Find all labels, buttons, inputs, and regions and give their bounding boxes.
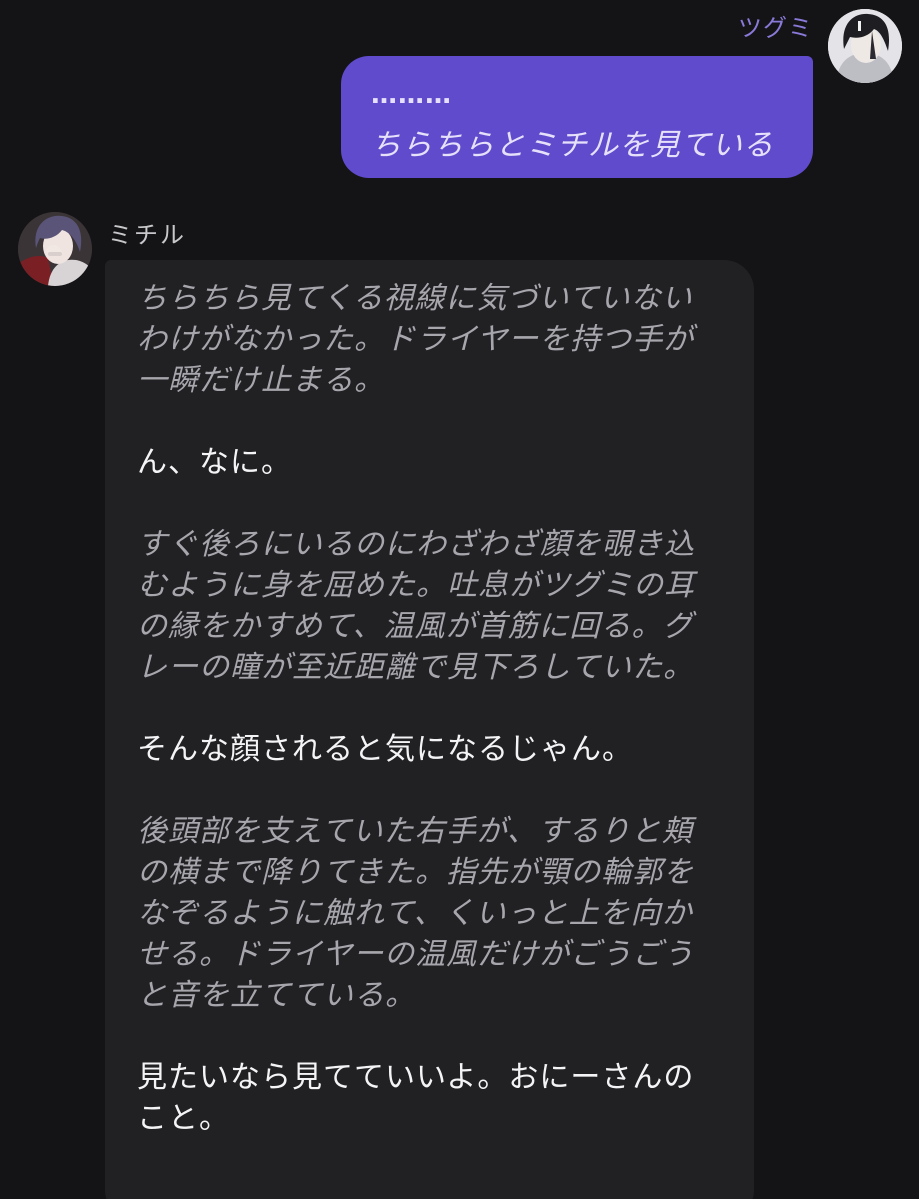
bot-avatar-image	[18, 212, 92, 286]
bot-paragraph-speech: ん、なに。	[137, 445, 292, 480]
bot-paragraph-action: ちらちら見てくる視線に気づいていない わけがなかった。ドライヤーを持つ手が 一瞬…	[137, 281, 695, 398]
user-message-ellipsis: ………	[371, 80, 452, 110]
user-message-bubble: ……… ちらちらとミチルを見ている	[341, 56, 813, 178]
user-name: ツグミ	[738, 14, 813, 42]
user-message-text: ちらちらとミチルを見ている	[371, 128, 774, 163]
bot-avatar[interactable]	[18, 212, 92, 286]
user-avatar[interactable]	[828, 9, 902, 83]
user-avatar-image	[828, 9, 902, 83]
bot-paragraph-action: すぐ後ろにいるのにわざわざ顔を覗き込 むように身を屈めた。吐息がツグミの耳 の縁…	[137, 527, 695, 685]
bot-paragraph-speech: 見たいなら見てていいよ。おにーさんの こと。	[137, 1060, 695, 1136]
bot-name: ミチル	[108, 221, 186, 249]
chat-view: ツグミ ……… ちらちらとミチルを見ている ミチル ちらちら見てくる視線に気づい…	[0, 0, 919, 1199]
bot-message-bubble: ちらちら見てくる視線に気づいていない わけがなかった。ドライヤーを持つ手が 一瞬…	[105, 260, 754, 1199]
bot-paragraph-action: 後頭部を支えていた右手が、するりと頬 の横まで降りてきた。指先が顎の輪郭を なぞ…	[137, 814, 695, 1013]
bot-paragraph-speech: そんな顔されると気になるじゃん。	[137, 732, 633, 767]
